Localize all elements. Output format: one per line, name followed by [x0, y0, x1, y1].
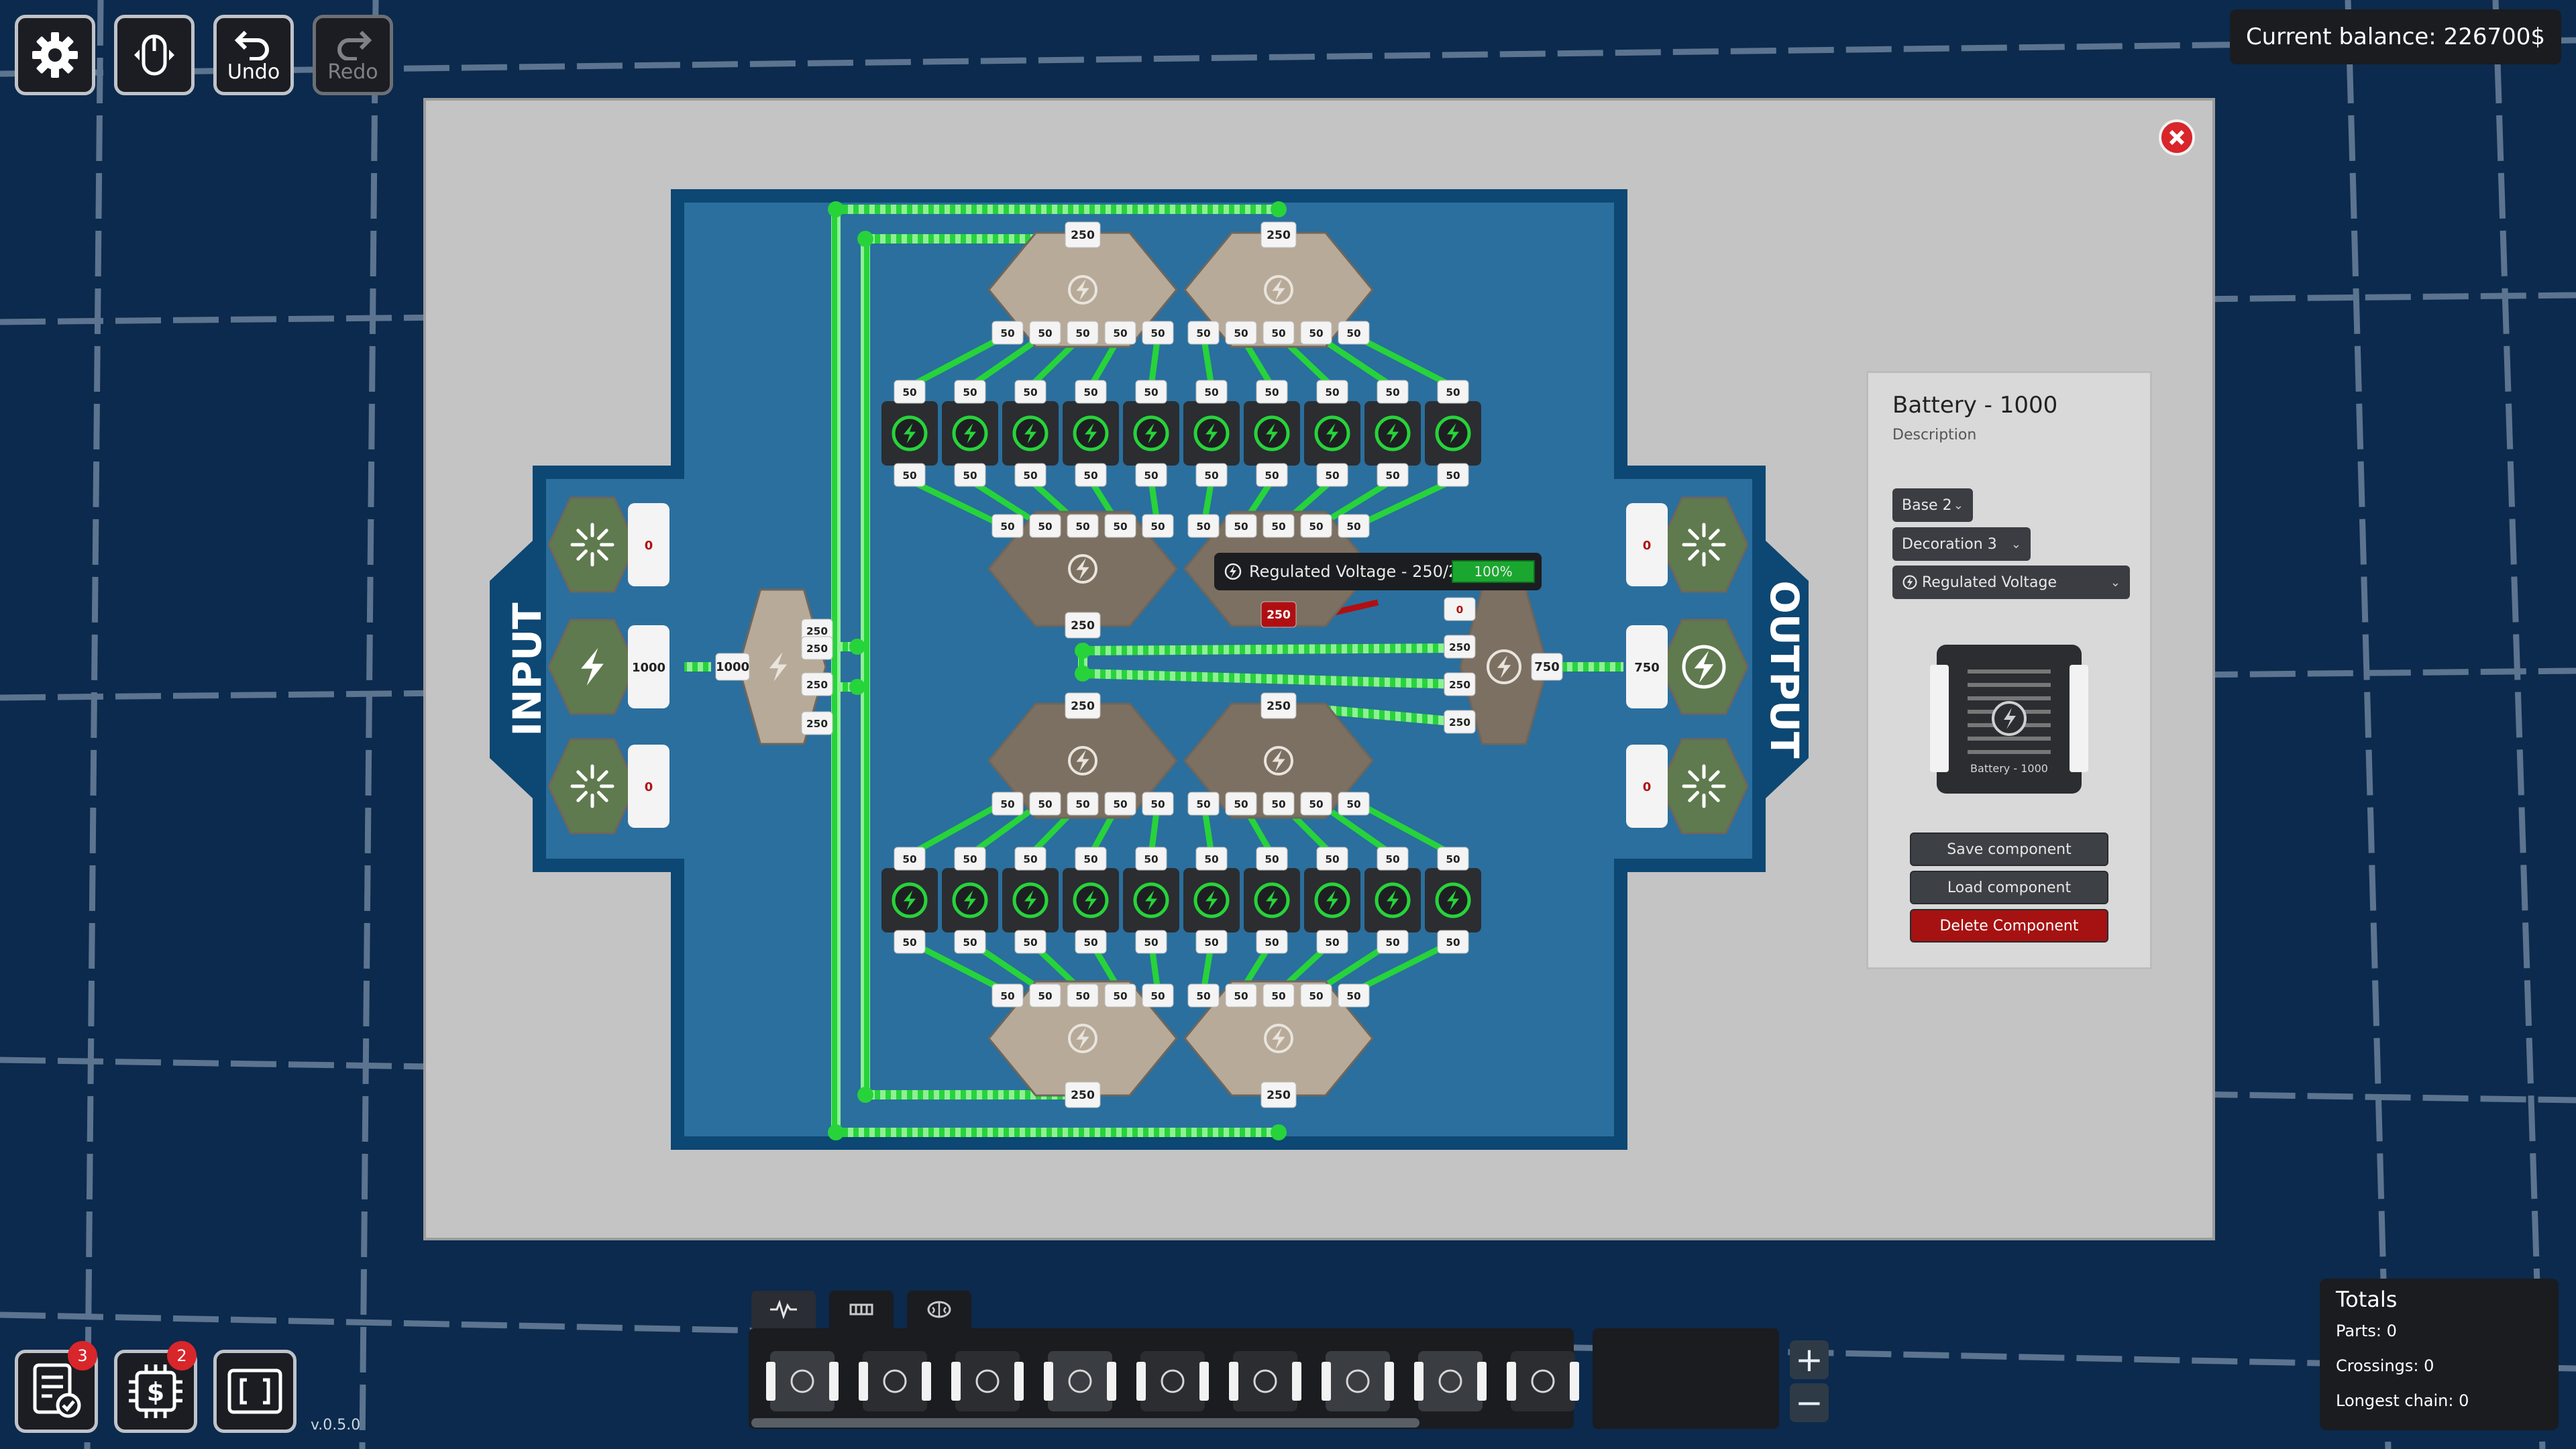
- palette-part-pin: [829, 1362, 839, 1401]
- palette-part-pin: [1014, 1362, 1024, 1401]
- palette-part[interactable]: [1414, 1351, 1487, 1411]
- palette-part[interactable]: [1507, 1351, 1579, 1411]
- palette-part-body: [770, 1351, 835, 1411]
- totals-panel: Totals Parts: 0 Crossings: 0 Longest cha…: [2320, 1279, 2559, 1430]
- palette-part[interactable]: [859, 1351, 931, 1411]
- zoom-in-button[interactable]: +: [1790, 1340, 1829, 1379]
- palette-part-pin: [1044, 1362, 1053, 1401]
- palette-part[interactable]: [1044, 1351, 1116, 1411]
- palette-part[interactable]: [1136, 1351, 1209, 1411]
- plus-icon: +: [1795, 1340, 1823, 1379]
- palette-part-pin: [1322, 1362, 1331, 1401]
- palette-part-body: [1511, 1351, 1575, 1411]
- palette-part[interactable]: [766, 1351, 839, 1411]
- palette-part-body: [1326, 1351, 1390, 1411]
- palette-part-body: [955, 1351, 1020, 1411]
- palette-part-pin: [1199, 1362, 1209, 1401]
- palette-part-pin: [922, 1362, 931, 1401]
- palette-part[interactable]: [1322, 1351, 1394, 1411]
- palette-part-body: [1418, 1351, 1483, 1411]
- totals-crossings: Crossings: 0: [2336, 1356, 2434, 1375]
- palette-part[interactable]: [951, 1351, 1024, 1411]
- palette-items: [766, 1351, 1741, 1411]
- zoom-out-button[interactable]: −: [1790, 1383, 1829, 1422]
- palette-part-pin: [1136, 1362, 1146, 1401]
- palette-part-pin: [1570, 1362, 1579, 1401]
- palette-scrollbar[interactable]: [751, 1418, 1419, 1428]
- palette-part-pin: [1385, 1362, 1394, 1401]
- totals-longest-chain: Longest chain: 0: [2336, 1391, 2469, 1410]
- node-palette: [1593, 1328, 1779, 1429]
- palette-part-pin: [1292, 1362, 1301, 1401]
- palette-part-body: [1233, 1351, 1297, 1411]
- palette-part[interactable]: [1229, 1351, 1301, 1411]
- totals-title: Totals: [2336, 1287, 2398, 1312]
- palette-part-pin: [1229, 1362, 1238, 1401]
- palette-part-pin: [859, 1362, 868, 1401]
- palette-part-pin: [1477, 1362, 1487, 1401]
- palette-part-body: [863, 1351, 927, 1411]
- palette-part-pin: [1414, 1362, 1424, 1401]
- palette-part-pin: [766, 1362, 775, 1401]
- totals-parts: Parts: 0: [2336, 1322, 2397, 1340]
- minus-icon: −: [1795, 1383, 1823, 1422]
- palette-part-body: [1048, 1351, 1112, 1411]
- palette-part-pin: [1507, 1362, 1516, 1401]
- palette-part-pin: [951, 1362, 961, 1401]
- palette-part-body: [1140, 1351, 1205, 1411]
- palette-part-pin: [1107, 1362, 1116, 1401]
